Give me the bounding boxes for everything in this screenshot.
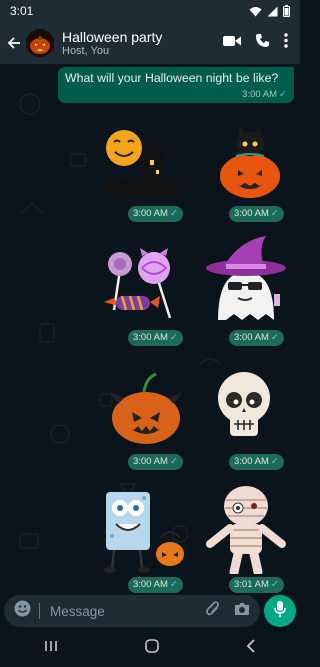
text-cursor [39,603,40,619]
chat-header: Halloween party Host, You [0,22,300,64]
status-icons [249,5,290,17]
attach-icon[interactable] [206,600,220,622]
sponge-pumpkin-sticker[interactable] [100,488,184,573]
candy-lollipops-sticker[interactable] [100,240,184,324]
emoji-icon[interactable] [14,600,31,622]
outgoing-message-bubble[interactable]: What will your Halloween night be like? … [58,67,294,103]
devil-pumpkin-sticker[interactable] [104,364,188,448]
mic-icon [274,600,286,622]
recent-apps-icon[interactable] [44,639,58,657]
sticker-timestamp: 3:01 AM ✓ [229,577,284,593]
back-nav-icon[interactable] [246,638,256,658]
read-tick-icon: ✓ [279,89,287,100]
mummy-sticker[interactable] [200,482,286,577]
message-input[interactable]: Message [4,595,260,627]
system-nav-bar [0,629,300,667]
message-meta: 3:00 AM ✓ [242,89,287,100]
status-bar: 3:01 [0,0,300,22]
skull-sticker[interactable] [206,364,290,448]
more-vertical-icon[interactable] [284,33,288,53]
home-icon[interactable] [145,638,159,658]
avatar[interactable] [26,29,54,57]
message-text: What will your Halloween night be like? [65,71,279,85]
haunted-house-moon-sticker[interactable] [100,120,184,204]
video-call-icon[interactable] [223,34,241,52]
sticker-timestamp: 3:00 AM ✓ [128,454,183,470]
status-time: 3:01 [10,4,34,18]
chat-title: Halloween party [62,28,163,45]
battery-icon [283,5,290,17]
sticker-timestamp: 3:00 AM ✓ [128,330,183,346]
chat-area[interactable]: What will your Halloween night be like? … [0,64,300,595]
voice-call-icon[interactable] [255,33,270,53]
sticker-timestamp: 3:00 AM ✓ [128,577,183,593]
back-arrow-icon[interactable] [6,33,22,53]
camera-icon[interactable] [234,602,250,621]
signal-icon [267,6,278,17]
message-compose-bar: Message [0,595,300,629]
chat-titles[interactable]: Halloween party Host, You [62,29,223,58]
wifi-icon [249,6,262,17]
message-placeholder: Message [50,603,105,619]
mic-button[interactable] [264,595,296,627]
sticker-timestamp: 3:00 AM ✓ [229,330,284,346]
cat-pumpkin-sticker[interactable] [208,120,292,204]
header-actions [223,33,288,53]
sticker-timestamp: 3:00 AM ✓ [128,206,183,222]
sticker-timestamp: 3:00 AM ✓ [229,454,284,470]
chat-subtitle: Host, You [62,44,110,57]
witch-ghost-sticker[interactable] [200,232,286,320]
sticker-timestamp: 3:00 AM ✓ [229,206,284,222]
message-time: 3:00 AM [242,89,278,100]
